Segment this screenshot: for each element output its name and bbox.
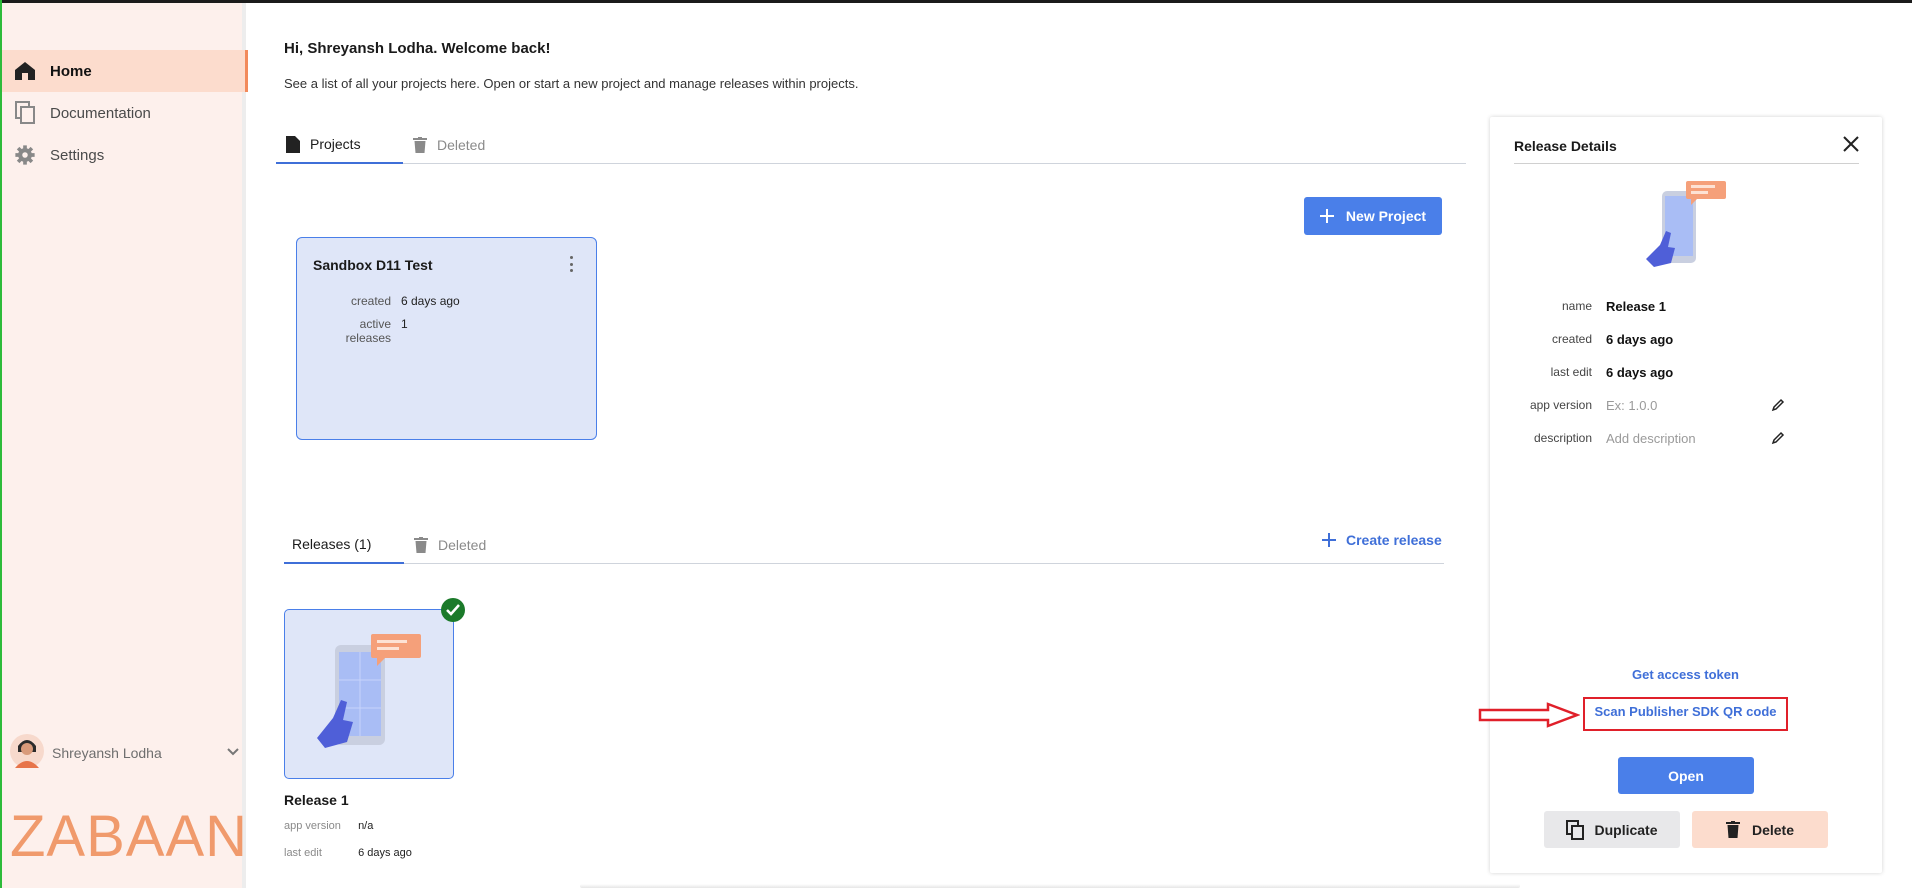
detail-value: 6 days ago: [1606, 364, 1674, 380]
user-name: Shreyansh Lodha: [52, 745, 162, 761]
release-tabs: Releases (1) Deleted: [284, 526, 1444, 564]
tab-releases[interactable]: Releases (1): [284, 526, 404, 564]
sidebar-item-label: Documentation: [50, 104, 151, 122]
button-label: Delete: [1751, 821, 1795, 838]
project-card[interactable]: Sandbox D11 Test created 6 days ago acti…: [296, 237, 597, 440]
plus-icon: [1319, 209, 1334, 223]
trash-icon: [414, 537, 428, 553]
project-active-value: 1: [401, 317, 408, 331]
project-active-label: active releases: [345, 317, 391, 345]
detail-label: created: [1551, 332, 1592, 346]
button-label: Create release: [1346, 532, 1442, 548]
detail-description[interactable]: description Add description: [1490, 428, 1882, 448]
tab-deleted-projects[interactable]: Deleted: [413, 126, 523, 164]
description-field[interactable]: Add description: [1606, 431, 1771, 446]
button-label: Duplicate: [1594, 821, 1658, 838]
duplicate-button[interactable]: Duplicate: [1544, 811, 1680, 848]
annotation-highlight-box: [1583, 697, 1788, 731]
release-last-edit-label: last edit: [284, 847, 322, 859]
release-last-edit-value: 6 days ago: [358, 847, 412, 859]
phone-illustration: [1646, 181, 1726, 267]
tab-deleted-releases[interactable]: Deleted: [414, 526, 524, 564]
home-icon: [12, 58, 38, 84]
tab-label: Projects: [310, 136, 361, 152]
selected-check-icon: [441, 598, 465, 622]
project-tabs: Projects Deleted: [276, 126, 1466, 164]
detail-label: name: [1561, 299, 1592, 313]
sidebar-item-label: Settings: [50, 146, 105, 164]
project-created-value: 6 days ago: [401, 294, 460, 308]
open-button[interactable]: Open: [1618, 757, 1754, 794]
close-icon[interactable]: [1842, 135, 1860, 153]
button-label: New Project: [1345, 208, 1427, 224]
tab-label: Deleted: [437, 137, 486, 153]
copy-icon: [12, 100, 38, 126]
app-version-field[interactable]: Ex: 1.0.0: [1606, 398, 1771, 413]
page-title: Hi, Shreyansh Lodha. Welcome back!: [284, 40, 551, 57]
more-vert-icon[interactable]: [568, 256, 574, 272]
file-icon: [286, 135, 300, 153]
delete-button[interactable]: Delete: [1692, 811, 1828, 848]
new-project-button[interactable]: New Project: [1304, 197, 1442, 235]
create-release-button[interactable]: Create release: [1322, 532, 1442, 548]
page-subtitle: See a list of all your projects here. Op…: [284, 76, 859, 91]
detail-name: name Release 1: [1490, 296, 1882, 316]
divider: [1514, 163, 1859, 164]
phone-illustration: [317, 634, 421, 748]
release-app-version-value: n/a: [358, 820, 374, 832]
scroll-shadow: [580, 884, 1520, 888]
chevron-down-icon[interactable]: [226, 744, 240, 762]
copy-icon: [1566, 819, 1585, 840]
release-name: Release 1: [284, 792, 349, 808]
detail-value: Release 1: [1606, 298, 1666, 314]
annotation-arrow-icon: [1478, 702, 1580, 728]
sidebar-item-settings[interactable]: Settings: [2, 134, 248, 176]
detail-last-edit: last edit 6 days ago: [1490, 362, 1882, 382]
detail-value: 6 days ago: [1606, 331, 1674, 347]
detail-label: app version: [1529, 398, 1592, 412]
detail-label: last edit: [1550, 365, 1592, 379]
sidebar-item-home[interactable]: Home: [2, 50, 248, 92]
app-logo: ZABAAN: [10, 804, 249, 869]
detail-app-version[interactable]: app version Ex: 1.0.0: [1490, 395, 1882, 415]
plus-icon: [1322, 533, 1336, 547]
pencil-icon[interactable]: [1771, 431, 1785, 445]
release-app-version-label: app version: [284, 820, 341, 832]
gear-icon: [12, 142, 38, 168]
sidebar-item-documentation[interactable]: Documentation: [2, 92, 248, 134]
panel-title: Release Details: [1514, 138, 1617, 154]
detail-created: created 6 days ago: [1490, 329, 1882, 349]
avatar: [10, 732, 44, 775]
get-access-token-link[interactable]: Get access token: [1583, 667, 1788, 682]
trash-icon: [413, 137, 427, 153]
sidebar: Home Documentation Settings Shreyansh Lo…: [2, 3, 249, 888]
pencil-icon[interactable]: [1771, 398, 1785, 412]
detail-label: description: [1533, 431, 1592, 445]
tab-projects[interactable]: Projects: [276, 126, 403, 164]
window-top-bar: [0, 0, 1912, 3]
project-name: Sandbox D11 Test: [313, 257, 433, 273]
tab-label: Deleted: [438, 537, 487, 553]
trash-icon: [1725, 821, 1740, 838]
sidebar-item-label: Home: [50, 62, 92, 80]
tab-label: Releases (1): [292, 536, 372, 552]
project-created-label: created: [350, 294, 391, 308]
user-menu[interactable]: Shreyansh Lodha: [10, 731, 240, 775]
release-card[interactable]: [284, 609, 454, 779]
button-label: Open: [1668, 767, 1704, 784]
